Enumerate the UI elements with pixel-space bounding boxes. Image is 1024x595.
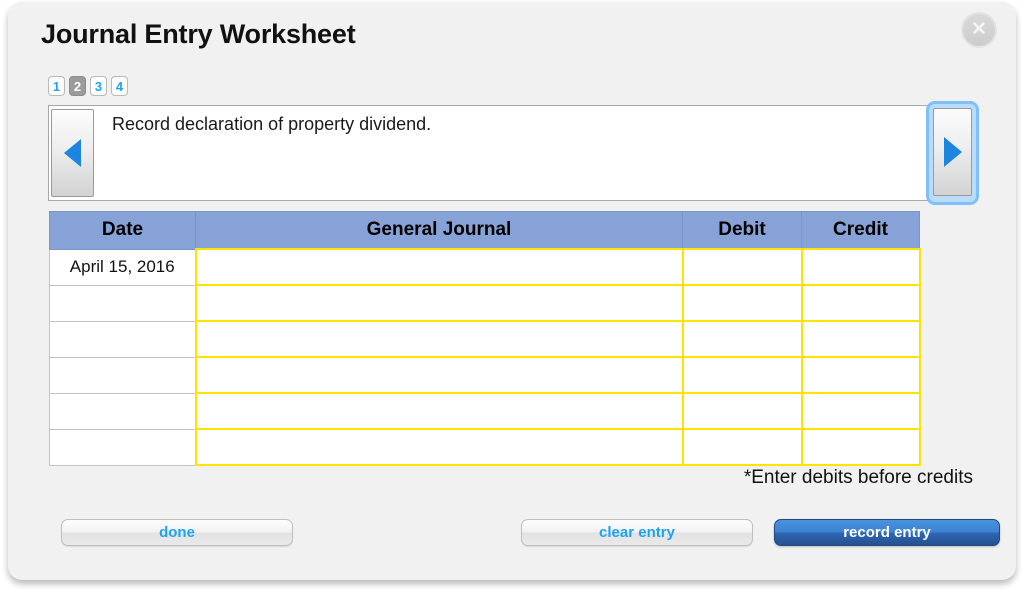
general-journal-cell[interactable] xyxy=(194,392,684,430)
journal-entry-dialog: Journal Entry Worksheet ✕ 1234 Record de… xyxy=(8,2,1016,580)
debits-before-credits-note: *Enter debits before credits xyxy=(743,467,973,488)
table-row xyxy=(49,284,921,322)
debit-cell[interactable] xyxy=(681,392,803,430)
page-tab-2[interactable]: 2 xyxy=(69,76,86,96)
credit-cell[interactable] xyxy=(800,248,921,286)
clear-entry-button[interactable]: clear entry xyxy=(521,519,753,546)
table-header-row: Date General Journal Debit Credit xyxy=(49,211,920,250)
table-row xyxy=(49,356,921,394)
journal-table: Date General Journal Debit Credit April … xyxy=(49,211,921,466)
close-icon: ✕ xyxy=(971,18,987,40)
credit-cell[interactable] xyxy=(800,392,921,430)
general-journal-cell[interactable] xyxy=(194,428,684,466)
done-button[interactable]: done xyxy=(61,519,293,546)
triangle-left-icon xyxy=(64,139,81,167)
previous-entry-button[interactable] xyxy=(51,109,94,197)
column-header-credit: Credit xyxy=(801,211,920,250)
debit-cell[interactable] xyxy=(681,248,803,286)
instruction-text: Record declaration of property dividend. xyxy=(112,114,432,134)
date-cell[interactable] xyxy=(49,428,196,466)
debit-cell[interactable] xyxy=(681,428,803,466)
page-tabs: 1234 xyxy=(48,76,128,96)
date-cell[interactable]: April 15, 2016 xyxy=(49,248,196,286)
date-cell[interactable] xyxy=(49,392,196,430)
page-tab-1[interactable]: 1 xyxy=(48,76,65,96)
table-row xyxy=(49,320,921,358)
credit-cell[interactable] xyxy=(800,428,921,466)
column-header-date: Date xyxy=(49,211,196,250)
page-title: Journal Entry Worksheet xyxy=(41,19,356,49)
next-entry-focus-ring xyxy=(926,101,979,205)
debit-cell[interactable] xyxy=(681,284,803,322)
journal-table-body: April 15, 2016 xyxy=(49,248,921,466)
column-header-debit: Debit xyxy=(682,211,802,250)
page-tab-3[interactable]: 3 xyxy=(90,76,107,96)
table-row: April 15, 2016 xyxy=(49,248,921,286)
record-entry-button[interactable]: record entry xyxy=(774,519,1000,546)
credit-cell[interactable] xyxy=(800,320,921,358)
debit-cell[interactable] xyxy=(681,320,803,358)
date-cell[interactable] xyxy=(49,356,196,394)
triangle-right-icon xyxy=(943,137,962,167)
table-row xyxy=(49,428,921,466)
credit-cell[interactable] xyxy=(800,284,921,322)
credit-cell[interactable] xyxy=(800,356,921,394)
table-row xyxy=(49,392,921,430)
date-cell[interactable] xyxy=(49,320,196,358)
column-header-general-journal: General Journal xyxy=(195,211,683,250)
general-journal-cell[interactable] xyxy=(194,356,684,394)
next-entry-button[interactable] xyxy=(933,108,972,196)
general-journal-cell[interactable] xyxy=(194,320,684,358)
page-tab-4[interactable]: 4 xyxy=(111,76,128,96)
instruction-box: Record declaration of property dividend. xyxy=(48,105,932,201)
instruction-panel: Record declaration of property dividend. xyxy=(48,101,979,205)
close-button[interactable]: ✕ xyxy=(961,12,997,48)
general-journal-cell[interactable] xyxy=(194,284,684,322)
general-journal-cell[interactable] xyxy=(194,248,684,286)
date-cell[interactable] xyxy=(49,284,196,322)
debit-cell[interactable] xyxy=(681,356,803,394)
